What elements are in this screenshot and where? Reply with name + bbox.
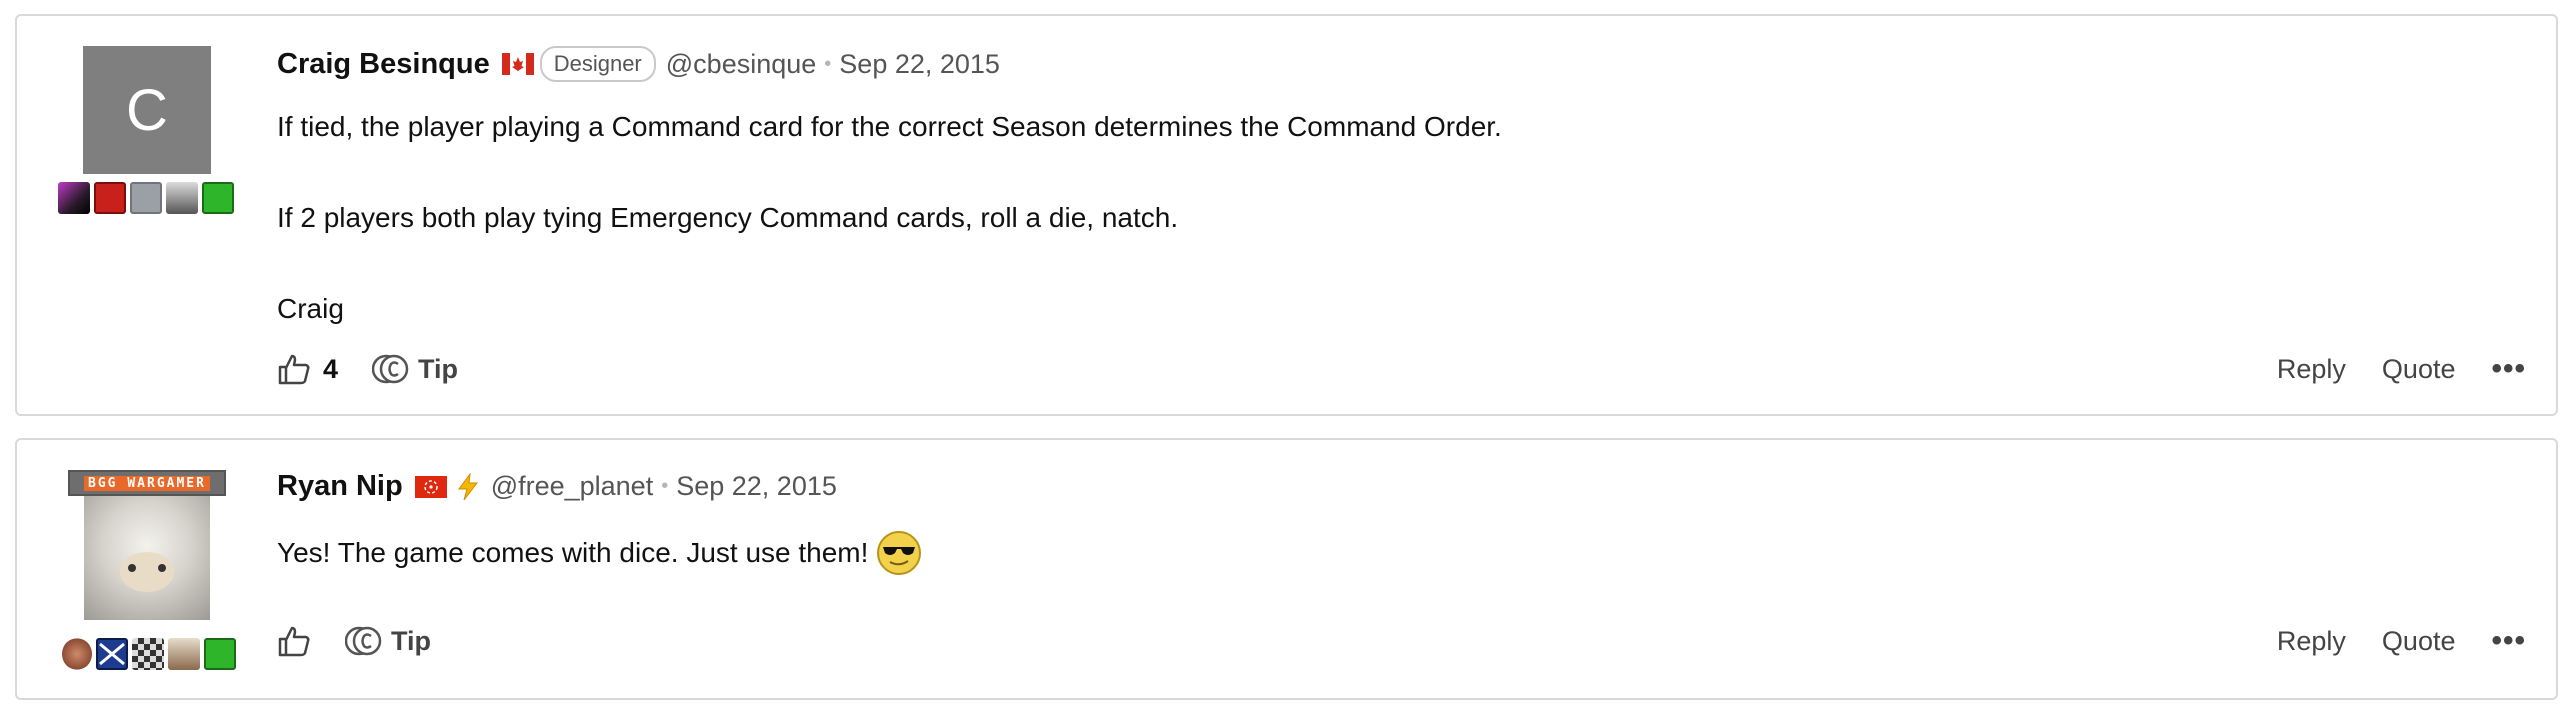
post-header: Ryan Nip @free_planet • Sep 22, 2015 <box>277 470 837 503</box>
badge-icon[interactable] <box>168 638 200 670</box>
like-button[interactable]: 4 <box>277 353 338 385</box>
avatar-letter: C <box>126 77 168 143</box>
separator-dot: • <box>824 52 832 75</box>
avatar[interactable]: BGG WARGAMER <box>68 470 226 620</box>
tip-coin-icon <box>372 354 409 384</box>
reply-button[interactable]: Reply <box>2277 626 2346 657</box>
post-header: Craig Besinque Designer @cbesinque • Sep… <box>277 46 1000 82</box>
like-count: 4 <box>323 353 339 384</box>
separator-dot: • <box>661 475 669 497</box>
post-actions: Reply Quote ••• <box>2241 352 2526 386</box>
badge-icon[interactable] <box>58 182 90 214</box>
post-body: If tied, the player playing a Command ca… <box>277 110 1502 326</box>
like-button[interactable] <box>277 625 311 657</box>
lightning-icon <box>457 472 478 500</box>
post-body: Yes! The game comes with dice. Just use … <box>277 530 922 576</box>
post-actions: Reply Quote ••• <box>2241 624 2526 658</box>
tip-button[interactable]: Tip <box>345 624 431 658</box>
avatar[interactable]: C <box>83 46 211 174</box>
badge-icon[interactable] <box>96 638 128 670</box>
quote-button[interactable]: Quote <box>2382 354 2456 385</box>
thumbs-up-icon <box>278 626 310 657</box>
tip-label: Tip <box>418 353 459 384</box>
avatar-photo <box>84 496 210 620</box>
user-badges <box>58 182 234 214</box>
badge-icon[interactable] <box>132 638 164 670</box>
post-paragraph: Craig <box>277 293 344 324</box>
tip-label: Tip <box>391 625 431 656</box>
username-handle[interactable]: @cbesinque <box>666 49 817 80</box>
reply-button[interactable]: Reply <box>2277 354 2346 385</box>
comment-card: BGG WARGAMER Ryan Nip @free_planet • Sep… <box>15 438 2558 700</box>
more-options-button[interactable]: ••• <box>2491 624 2526 658</box>
tip-coin-icon <box>345 626 382 656</box>
badge-icon[interactable] <box>202 182 234 214</box>
post-paragraph: Yes! The game comes with dice. Just use … <box>277 537 869 568</box>
user-badges <box>62 638 236 670</box>
hong-kong-flag-icon <box>414 475 447 498</box>
comment-card: C Craig Besinque Designer @cbesinque • S… <box>15 14 2558 416</box>
badge-icon[interactable] <box>166 182 198 214</box>
username-handle[interactable]: @free_planet <box>491 471 654 502</box>
author-name[interactable]: Craig Besinque <box>277 48 490 81</box>
thumbs-up-icon <box>278 354 310 385</box>
bgg-wargamer-banner: BGG WARGAMER <box>68 470 226 496</box>
post-paragraph: If tied, the player playing a Command ca… <box>277 111 1502 142</box>
canada-flag-icon <box>501 53 534 75</box>
author-name[interactable]: Ryan Nip <box>277 470 403 503</box>
designer-badge: Designer <box>539 46 656 82</box>
avatar-banner-text: BGG WARGAMER <box>84 475 210 491</box>
post-date[interactable]: Sep 22, 2015 <box>839 49 1000 80</box>
quote-button[interactable]: Quote <box>2382 626 2456 657</box>
post-footer: 4 Tip <box>277 352 458 386</box>
badge-icon[interactable] <box>62 638 92 670</box>
sunglasses-emoji-icon <box>877 531 922 575</box>
post-footer: Tip <box>277 624 431 658</box>
badge-icon[interactable] <box>204 638 236 670</box>
post-paragraph: If 2 players both play tying Emergency C… <box>277 202 1179 233</box>
more-options-button[interactable]: ••• <box>2491 352 2526 386</box>
badge-icon[interactable] <box>130 182 162 214</box>
badge-icon[interactable] <box>94 182 126 214</box>
tip-button[interactable]: Tip <box>372 352 458 386</box>
post-date[interactable]: Sep 22, 2015 <box>676 471 837 502</box>
